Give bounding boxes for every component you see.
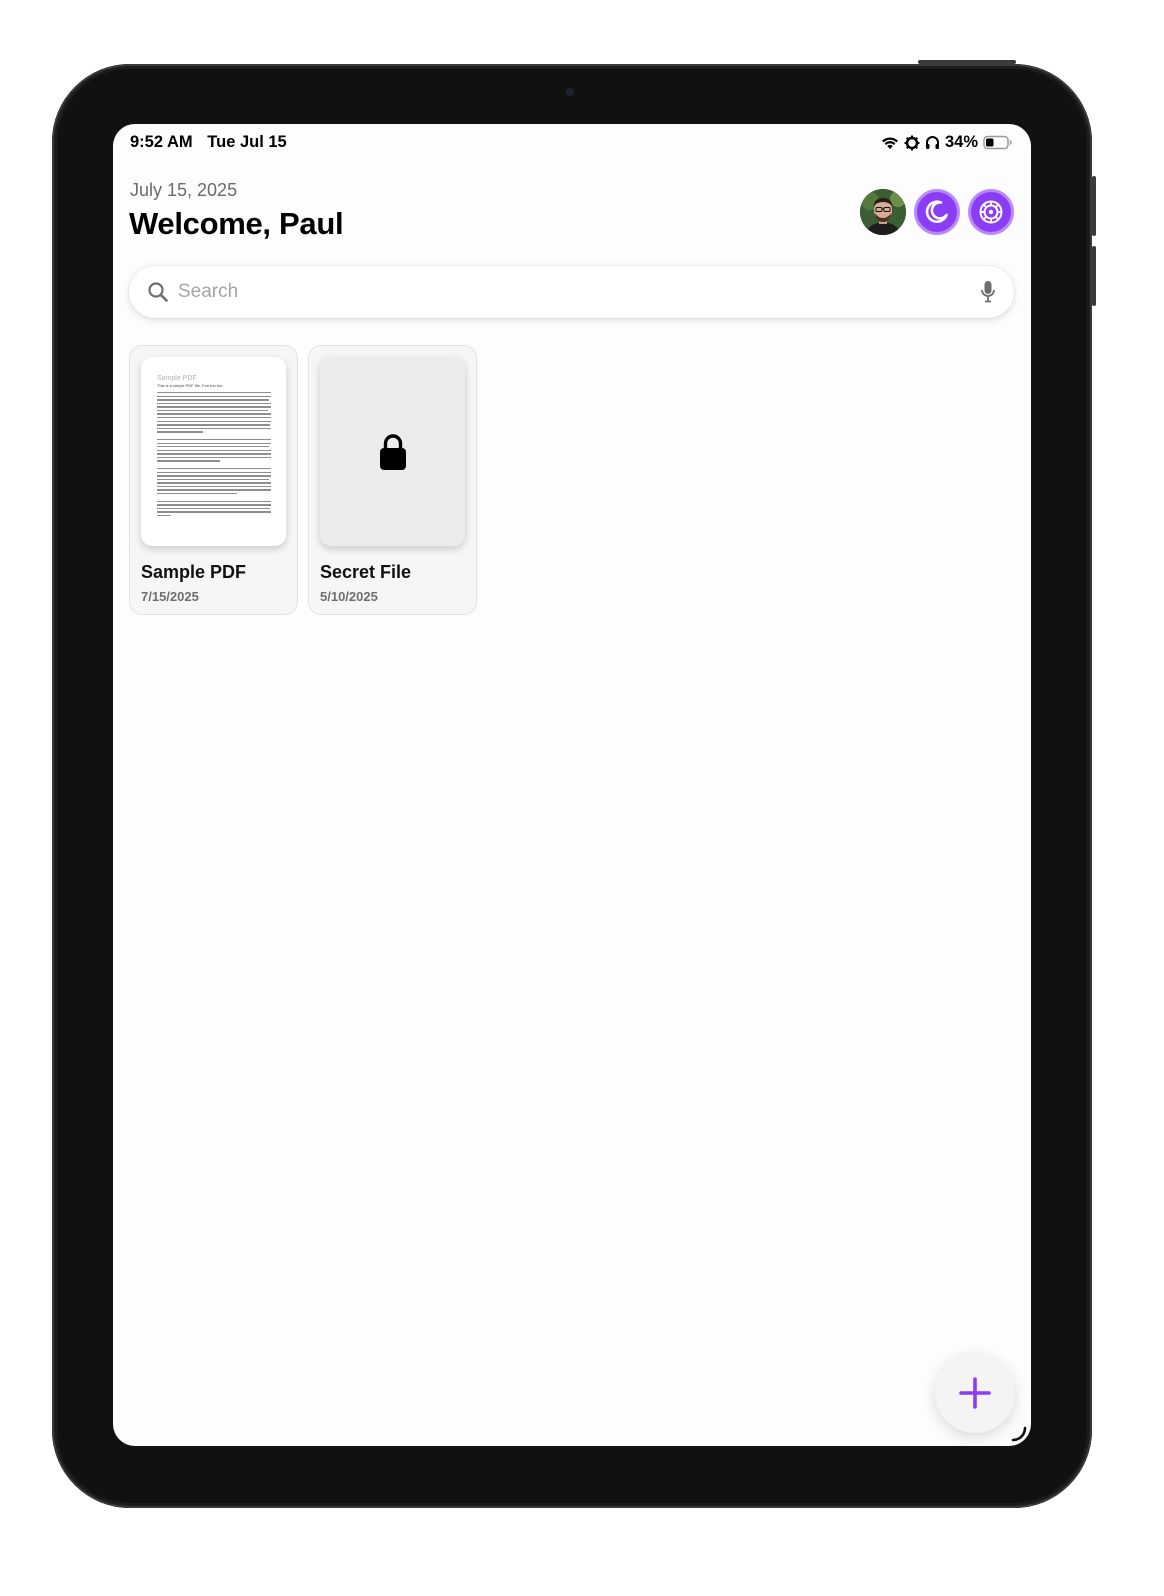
file-card-secret-file[interactable]: Secret File 5/10/2025 bbox=[309, 346, 476, 614]
locked-thumbnail bbox=[320, 357, 465, 546]
add-file-button[interactable] bbox=[935, 1353, 1015, 1433]
search-icon bbox=[148, 282, 168, 302]
settings-icon bbox=[979, 200, 1003, 224]
status-time: 9:52 AM bbox=[130, 133, 193, 151]
file-date: 5/10/2025 bbox=[320, 589, 378, 604]
header-actions bbox=[860, 189, 1014, 235]
file-date: 7/15/2025 bbox=[141, 589, 199, 604]
status-date: Tue Jul 15 bbox=[207, 133, 287, 151]
pdf-thumbnail: Sample PDF This is a simple PDF file. Fu… bbox=[141, 357, 286, 546]
focus-icon bbox=[904, 135, 920, 150]
status-time-group: 9:52 AM Tue Jul 15 bbox=[130, 133, 297, 152]
lock-icon bbox=[379, 433, 406, 470]
pdf-page-preview: Sample PDF This is a simple PDF file. Fu… bbox=[157, 375, 271, 519]
volume-down-button bbox=[1092, 246, 1096, 306]
header-date: July 15, 2025 bbox=[130, 180, 238, 200]
microphone-icon[interactable] bbox=[980, 280, 996, 304]
headphones-icon bbox=[925, 136, 939, 149]
battery-icon bbox=[983, 135, 1012, 150]
file-name: Secret File bbox=[320, 562, 412, 582]
file-name: Sample PDF bbox=[141, 562, 247, 582]
dark-mode-icon bbox=[925, 200, 948, 223]
file-card-sample-pdf[interactable]: Sample PDF This is a simple PDF file. Fu… bbox=[130, 346, 297, 614]
search-input[interactable]: Search bbox=[178, 281, 238, 303]
page-title: Welcome, Paul bbox=[129, 206, 344, 241]
settings-button[interactable] bbox=[968, 189, 1014, 235]
battery-percent: 34% bbox=[944, 133, 978, 151]
pdf-preview-subtitle: This is a simple PDF file. Fun fun fun. bbox=[157, 383, 224, 388]
wifi-icon bbox=[881, 137, 898, 149]
plus-icon bbox=[959, 1377, 991, 1409]
volume-up-button bbox=[1092, 176, 1096, 236]
resize-corner-indicator bbox=[1011, 1426, 1027, 1442]
front-camera bbox=[566, 88, 574, 96]
status-indicators: 34% bbox=[881, 133, 1013, 152]
top-button bbox=[918, 60, 1016, 64]
search-bar[interactable]: Search bbox=[129, 266, 1014, 318]
status-bar: 9:52 AM Tue Jul 15 34% bbox=[113, 124, 1031, 160]
dark-mode-button[interactable] bbox=[914, 189, 960, 235]
avatar-image bbox=[860, 189, 906, 235]
profile-avatar[interactable] bbox=[860, 189, 906, 235]
screen: 9:52 AM Tue Jul 15 34% July 15, 2025 Wel… bbox=[113, 124, 1031, 1446]
pdf-preview-title: Sample PDF bbox=[157, 375, 197, 382]
